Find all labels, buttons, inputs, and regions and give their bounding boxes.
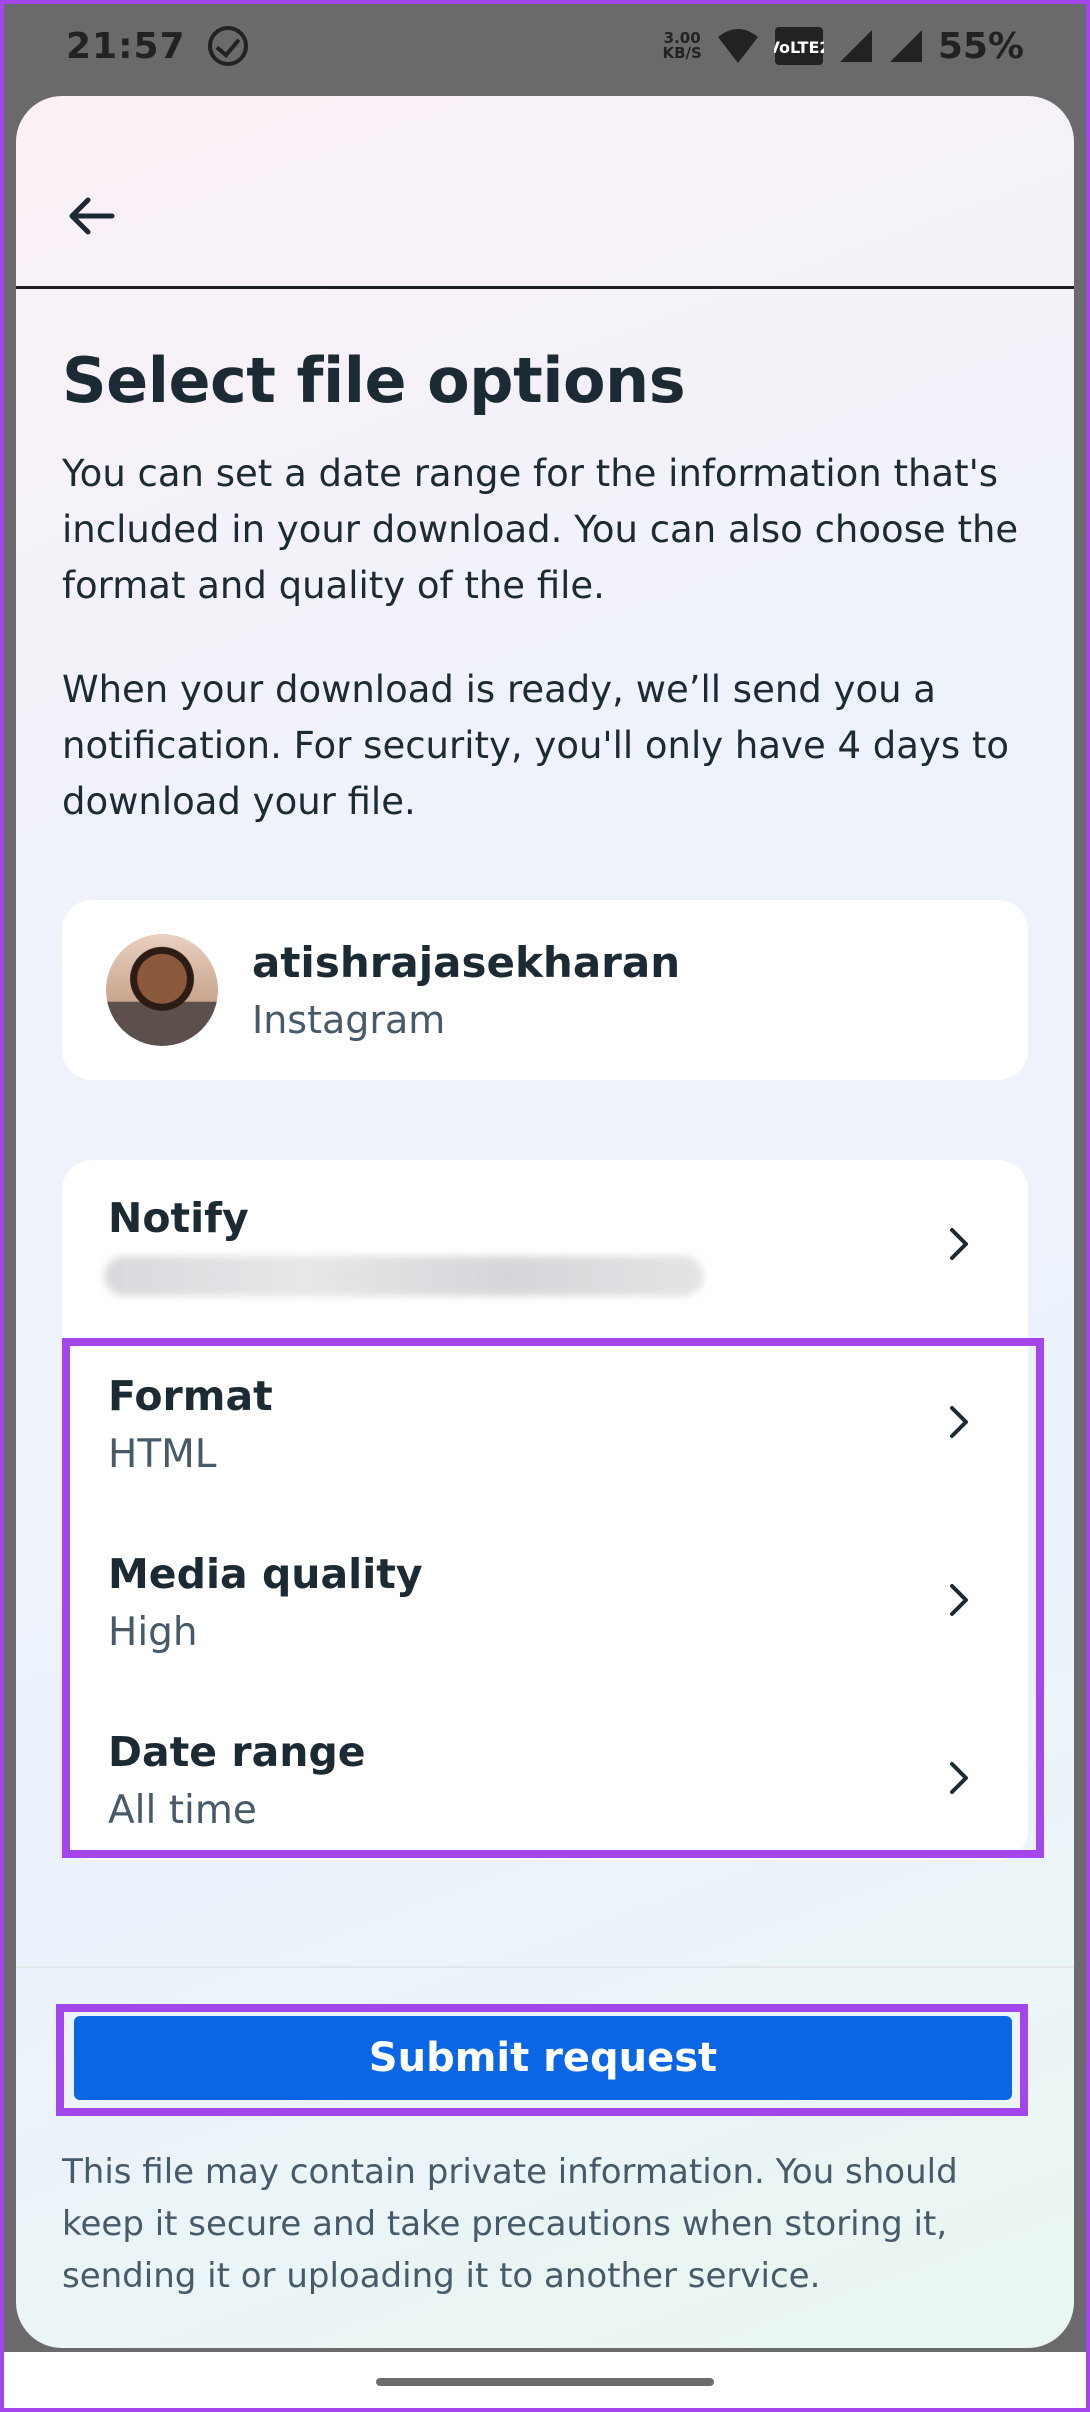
signal-2-icon	[889, 30, 922, 62]
account-platform: Instagram	[252, 998, 446, 1042]
header-divider	[16, 286, 1074, 289]
file-options-sheet: Select file options You can set a date r…	[16, 96, 1074, 2348]
setting-label: Notify	[108, 1194, 249, 1242]
volte-icon: VoLTE2	[774, 27, 824, 65]
description-paragraph: You can set a date range for the informa…	[62, 452, 1019, 607]
arrow-left-icon[interactable]	[62, 186, 122, 246]
checkmark-circle-icon	[207, 26, 248, 66]
status-time: 21:57	[66, 25, 186, 67]
notification-paragraph: When your download is ready, we’ll send …	[62, 668, 1010, 823]
svg-text:VoLTE2: VoLTE2	[774, 38, 824, 57]
wifi-icon	[717, 29, 758, 63]
account-username: atishrajasekharan	[252, 938, 681, 987]
signal-1-icon	[839, 30, 872, 62]
account-card: atishrajasekharan Instagram	[62, 900, 1028, 1080]
page-title: Select file options	[62, 344, 686, 417]
battery-level: 55%	[937, 25, 1024, 67]
avatar	[106, 934, 218, 1046]
status-bar: 21:57 3.00 KB/S VoLTE2 55%	[0, 0, 1090, 92]
home-gesture-handle[interactable]	[376, 2378, 714, 2386]
highlight-box-submit	[56, 2004, 1028, 2116]
privacy-disclaimer: This file may contain private informatio…	[62, 2152, 958, 2296]
setting-row-notify[interactable]: Notify	[62, 1160, 1028, 1338]
navigation-bar	[0, 2352, 1090, 2412]
redacted-email	[104, 1256, 704, 1296]
highlight-box-settings	[62, 1338, 1044, 1858]
network-speed: 3.00 KB/S	[662, 29, 702, 62]
footer-divider	[16, 1966, 1074, 1968]
chevron-right-icon	[950, 1228, 968, 1260]
